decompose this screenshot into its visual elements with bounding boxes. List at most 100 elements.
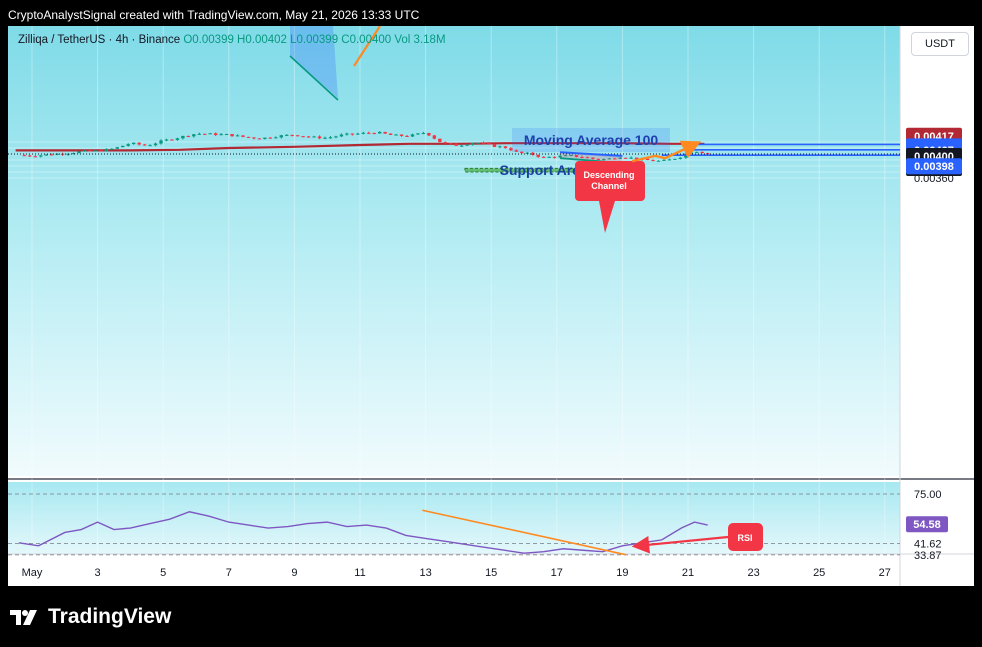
candle-body — [481, 142, 486, 144]
candle-body — [547, 156, 551, 158]
candle-body — [312, 136, 316, 138]
candle-body — [22, 155, 27, 157]
candle-body — [667, 159, 672, 161]
candle-body — [181, 135, 185, 139]
candle-body — [82, 150, 87, 152]
chart-panel[interactable]: Support Area Moving Average 100 Descendi… — [8, 26, 974, 586]
time-tick-label: 5 — [160, 567, 166, 579]
candle-body — [301, 136, 305, 138]
candle-body — [465, 144, 469, 146]
candle-body — [28, 155, 32, 157]
candle-body — [268, 137, 273, 139]
candle-body — [263, 137, 267, 140]
symbol-legend[interactable]: Zilliqa / TetherUS · 4h · Binance O0.003… — [18, 34, 446, 46]
candle-body — [137, 142, 141, 145]
candle-body — [164, 139, 169, 141]
time-tick-label: 27 — [879, 567, 891, 579]
candle-body — [323, 137, 327, 139]
candle-body — [246, 136, 251, 138]
candle-body — [306, 136, 311, 138]
tradingview-logo[interactable]: TradingView — [10, 605, 171, 629]
candle-body — [170, 139, 174, 141]
rsi-tick-label: 75.00 — [914, 489, 942, 501]
candle-body — [421, 133, 426, 135]
time-tick-label: 15 — [485, 567, 497, 579]
candle-body — [487, 143, 491, 145]
candle-body — [224, 134, 229, 136]
time-tick-label: 13 — [419, 567, 431, 579]
ma100-label-text: Moving Average 100 — [524, 132, 659, 148]
candle-body — [213, 133, 218, 136]
candle-body — [153, 143, 158, 146]
candle-body — [454, 143, 458, 146]
candle-body — [77, 151, 81, 154]
callout-text-line2: Channel — [591, 181, 627, 191]
time-tick-label: 9 — [291, 567, 297, 579]
candle-body — [131, 142, 136, 145]
candle-body — [476, 142, 480, 144]
candle-body — [241, 135, 245, 137]
rsi-tick-label: 33.87 — [914, 550, 942, 562]
candle-body — [361, 132, 365, 134]
candle-body — [367, 132, 371, 134]
candle-body — [197, 133, 201, 135]
candle-body — [230, 134, 234, 137]
candle-body — [377, 131, 382, 134]
candle-body — [656, 160, 661, 162]
candle-body — [121, 145, 125, 148]
candle-body — [536, 154, 540, 157]
candle-body — [257, 138, 262, 140]
candle-body — [115, 147, 119, 149]
candle-body — [104, 148, 109, 152]
candle-body — [44, 154, 48, 156]
candle-body — [651, 160, 655, 162]
rsi-value-label: 54.58 — [913, 519, 941, 531]
candle-body — [427, 133, 431, 136]
candle-body — [88, 150, 92, 152]
currency-button[interactable]: USDT — [911, 32, 969, 56]
time-tick-label: 17 — [551, 567, 563, 579]
candle-body — [334, 136, 338, 138]
callout-text-line1: Descending — [583, 170, 634, 180]
candle-body — [449, 143, 453, 145]
candle-body — [470, 142, 475, 145]
candle-body — [339, 134, 344, 137]
candle-body — [399, 134, 404, 136]
candle-body — [552, 156, 557, 158]
candle-body — [317, 136, 322, 139]
time-tick-label: 11 — [354, 567, 365, 579]
candle-body — [695, 151, 699, 153]
price-scale-bg — [900, 26, 974, 586]
candle-body — [629, 157, 633, 159]
candle-body — [274, 137, 278, 139]
ohlc-values: O0.00399 H0.00402 L0.00399 C0.00400 — [183, 34, 392, 46]
candle-body — [356, 133, 360, 135]
candle-body — [142, 144, 147, 146]
support-area-label: Support Area — [500, 162, 588, 178]
candle-body — [279, 135, 283, 138]
time-tick-label: 23 — [747, 567, 759, 579]
candle-body — [662, 159, 666, 161]
candle-body — [235, 135, 240, 137]
candle-body — [295, 135, 300, 137]
candle-body — [159, 140, 163, 144]
candle-body — [405, 135, 409, 137]
candle-body — [459, 145, 464, 147]
candle-body — [345, 133, 349, 135]
candle-body — [252, 137, 256, 139]
candle-body — [673, 158, 677, 160]
candle-body — [509, 148, 513, 151]
symbol-name[interactable]: Zilliqa / TetherUS · 4h · Binance — [18, 34, 180, 46]
rsi-callout-text: RSI — [737, 533, 752, 543]
candle-body — [383, 131, 387, 134]
candle-body — [492, 144, 497, 147]
candle-body — [33, 156, 37, 158]
candle-body — [438, 138, 442, 143]
candle-body — [394, 134, 398, 136]
candle-body — [520, 151, 524, 154]
candle-body — [192, 134, 196, 137]
price-label-value: 0.00398 — [914, 161, 954, 173]
chart-canvas[interactable]: Support Area Moving Average 100 Descendi… — [8, 26, 974, 586]
candle-body — [350, 133, 355, 135]
rsi-tick-label: 41.62 — [914, 538, 942, 550]
